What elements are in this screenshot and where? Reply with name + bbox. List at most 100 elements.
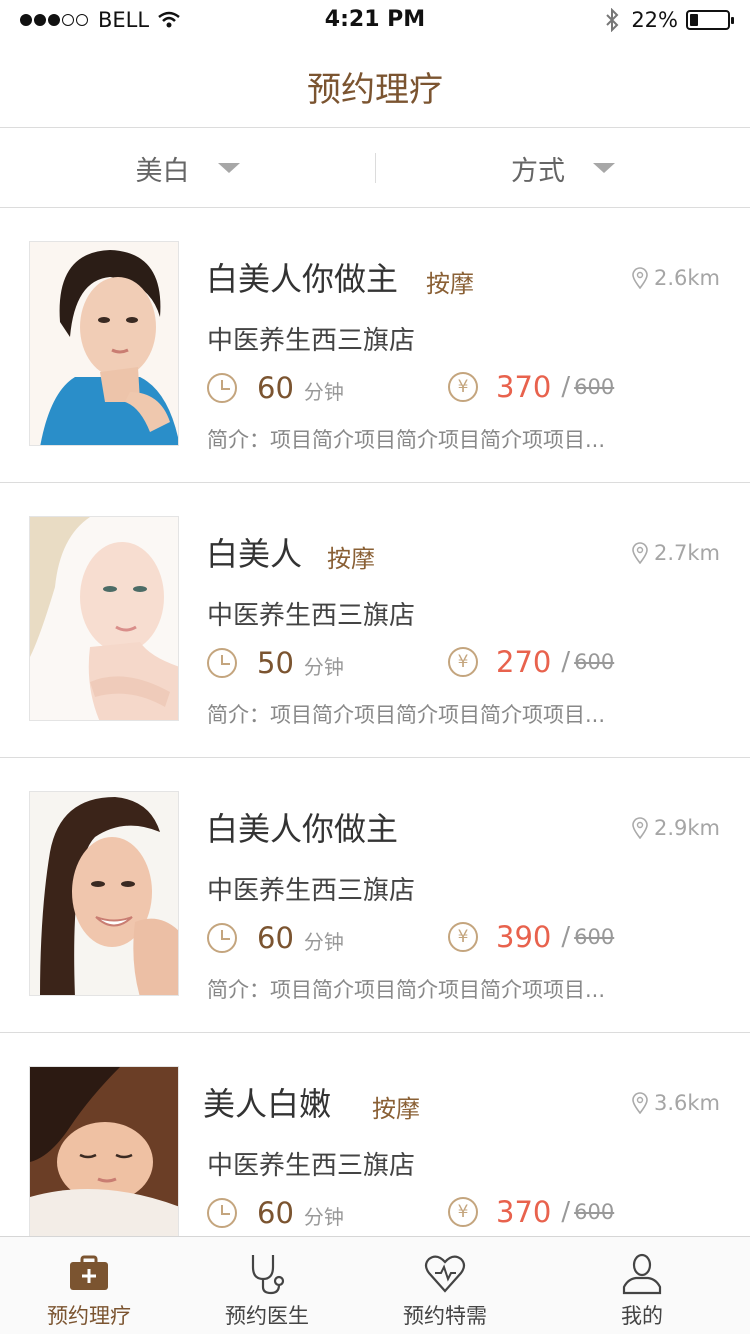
store-name: 中医养生西三旗店 (207, 1151, 416, 1181)
duration-minutes: 50 (257, 645, 294, 680)
heart-icon (424, 1255, 466, 1293)
medical-kit-icon (70, 1255, 108, 1290)
price-original: 600 (574, 650, 615, 674)
therapy-description: 简介：项目简介项目简介项目简介项项目... (207, 978, 606, 1002)
battery-icon (686, 10, 734, 30)
therapy-tag: 按摩 (426, 270, 474, 298)
therapy-card[interactable]: 白美人你做主 按摩 2.6km 中医养生西三旗店 60 分钟 ¥ 370 / 6… (0, 208, 750, 483)
tab-special-booking[interactable]: 预约特需 (356, 1237, 534, 1334)
therapy-description: 简介：项目简介项目简介项目简介项项目... (207, 428, 606, 452)
distance-value: 3.6km (653, 1091, 720, 1115)
tab-bar: 预约理疗 预约医生 预约特需 我的 (0, 1236, 750, 1334)
battery-level (690, 14, 698, 26)
location-pin-icon (632, 542, 648, 564)
tab-doctor-booking[interactable]: 预约医生 (178, 1237, 356, 1334)
price-original: 600 (574, 925, 615, 949)
duration-unit: 分钟 (303, 930, 344, 954)
location-pin-icon (632, 267, 648, 289)
price-separator: / (561, 647, 571, 677)
tab-mine[interactable]: 我的 (534, 1237, 750, 1334)
filter-bar: 美白 方式 (0, 128, 750, 208)
filter-category-label: 美白 (135, 155, 190, 187)
signal-strength-icon (20, 14, 90, 26)
therapy-photo (29, 516, 179, 721)
price-separator: / (561, 1197, 571, 1227)
clock-icon (207, 372, 237, 403)
stethoscope-icon (251, 1255, 285, 1295)
clock-icon (207, 647, 237, 678)
filter-method-label: 方式 (511, 155, 565, 187)
therapy-title: 美人白嫩 (203, 1085, 332, 1123)
caret-down-icon (217, 163, 240, 173)
filter-category-dropdown[interactable]: 美白 (0, 128, 375, 208)
price: ¥ 270 / 600 (448, 645, 614, 679)
price-current: 270 (496, 645, 552, 679)
tab-label: 预约特需 (403, 1304, 487, 1328)
location-pin-icon (632, 1092, 648, 1114)
yen-icon: ¥ (448, 922, 478, 952)
store-name: 中医养生西三旗店 (207, 876, 416, 906)
duration: 50 分钟 (207, 645, 344, 680)
page-title: 预约理疗 (307, 70, 443, 110)
price-separator: / (561, 922, 571, 952)
tab-label: 预约理疗 (47, 1304, 131, 1328)
price-separator: / (561, 372, 571, 402)
duration: 60 分钟 (207, 370, 344, 405)
yen-icon: ¥ (448, 1197, 478, 1227)
distance: 3.6km (632, 1091, 720, 1115)
status-left: BELL (20, 8, 181, 32)
duration-unit: 分钟 (303, 380, 344, 404)
duration-unit: 分钟 (303, 655, 344, 679)
battery-percent: 22% (631, 8, 678, 32)
location-pin-icon (632, 817, 648, 839)
navigation-bar: 预约理疗 (0, 42, 750, 128)
duration-unit: 分钟 (303, 1205, 344, 1229)
distance-value: 2.9km (653, 816, 720, 840)
status-right: 22% (605, 8, 734, 32)
filter-method-dropdown[interactable]: 方式 (375, 153, 750, 187)
therapy-tag: 按摩 (327, 545, 375, 573)
yen-icon: ¥ (448, 647, 478, 677)
therapy-title: 白美人你做主 (206, 810, 399, 848)
distance: 2.7km (632, 541, 720, 565)
caret-down-icon (593, 163, 615, 173)
therapy-title: 白美人你做主 (206, 260, 399, 298)
therapy-card[interactable]: 白美人 按摩 2.7km 中医养生西三旗店 50 分钟 ¥ 270 / 600 … (0, 483, 750, 758)
distance: 2.9km (632, 816, 720, 840)
duration: 60 分钟 (207, 1195, 344, 1230)
price: ¥ 390 / 600 (448, 920, 614, 954)
carrier-name: BELL (98, 8, 150, 32)
price: ¥ 370 / 600 (448, 1195, 614, 1229)
wifi-icon (158, 11, 180, 28)
status-bar: BELL 4:21 PM 22% (0, 0, 750, 42)
duration-minutes: 60 (257, 1195, 294, 1230)
store-name: 中医养生西三旗店 (207, 601, 416, 631)
person-icon (622, 1253, 662, 1295)
therapy-title: 白美人 (206, 535, 303, 573)
yen-icon: ¥ (448, 372, 478, 402)
price-original: 600 (574, 1200, 615, 1224)
bluetooth-icon (606, 8, 619, 32)
store-name: 中医养生西三旗店 (207, 326, 416, 356)
therapy-photo (29, 241, 179, 446)
therapy-card[interactable]: 白美人你做主 2.9km 中医养生西三旗店 60 分钟 ¥ 390 / 600 … (0, 758, 750, 1033)
price-current: 390 (496, 920, 552, 954)
price-current: 370 (496, 1195, 552, 1229)
price-original: 600 (574, 375, 615, 399)
tab-label: 预约医生 (225, 1304, 309, 1328)
price: ¥ 370 / 600 (448, 370, 614, 404)
duration-minutes: 60 (257, 370, 294, 405)
distance-value: 2.6km (653, 266, 720, 290)
therapy-description: 简介：项目简介项目简介项目简介项项目... (207, 703, 606, 727)
therapy-photo (29, 791, 179, 996)
clock-icon (207, 922, 237, 953)
distance: 2.6km (632, 266, 720, 290)
distance-value: 2.7km (653, 541, 720, 565)
duration-minutes: 60 (257, 920, 294, 955)
clock-icon (207, 1197, 237, 1228)
duration: 60 分钟 (207, 920, 344, 955)
price-current: 370 (496, 370, 552, 404)
tab-physiotherapy-booking[interactable]: 预约理疗 (0, 1237, 178, 1334)
therapy-list: 白美人你做主 按摩 2.6km 中医养生西三旗店 60 分钟 ¥ 370 / 6… (0, 208, 750, 1308)
therapy-tag: 按摩 (372, 1095, 420, 1123)
